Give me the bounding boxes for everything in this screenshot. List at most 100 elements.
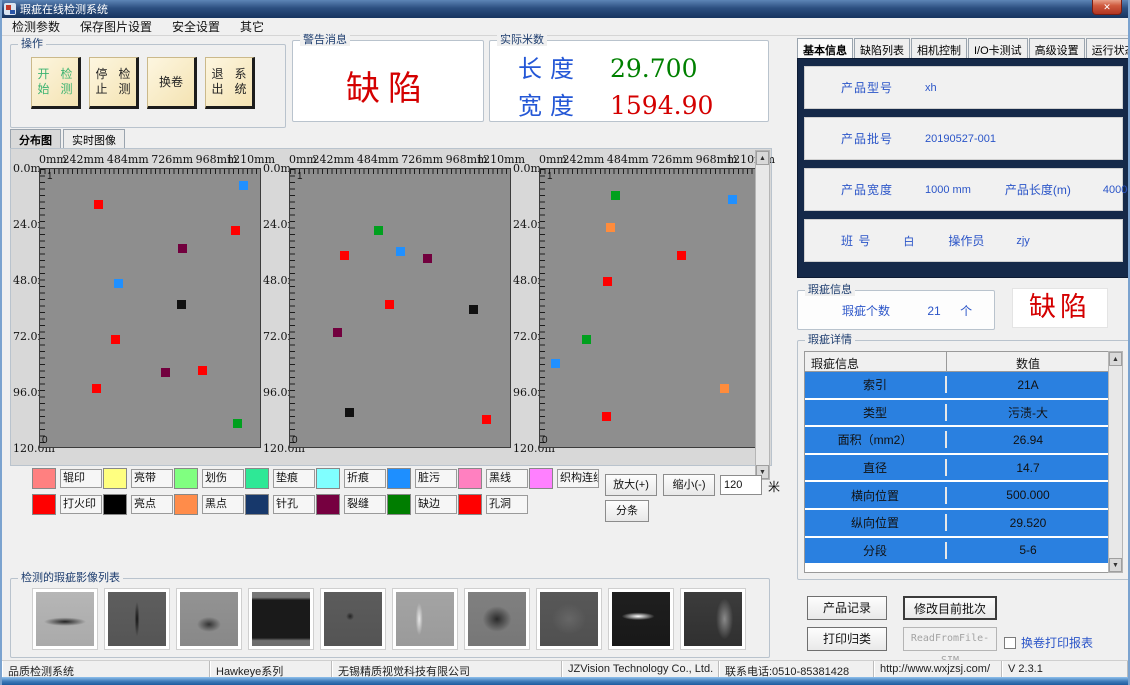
detail-row-7[interactable]: 分段5-6 — [805, 538, 1109, 566]
x-tick-label: 484mm — [607, 153, 649, 166]
defect-count-label: 瑕疵个数 — [842, 304, 890, 318]
legend-item: 辊印 — [32, 468, 103, 489]
detail-row-value: 500.000 — [947, 488, 1109, 502]
menu-item-4[interactable]: 其它 — [230, 18, 274, 35]
defect-point[interactable] — [603, 277, 612, 286]
plot-canvas-3[interactable]: 10 — [539, 168, 761, 448]
scroll-up-icon[interactable]: ▲ — [756, 151, 769, 165]
defect-point[interactable] — [233, 419, 242, 428]
defect-point[interactable] — [396, 247, 405, 256]
product-row-1: 产品型号xh — [804, 66, 1123, 109]
roll-print-checkbox[interactable] — [1004, 637, 1016, 649]
warning-group-title: 警告消息 — [300, 34, 350, 46]
zoom-in-button[interactable]: 放大(+) — [605, 474, 657, 496]
defect-point[interactable] — [177, 300, 186, 309]
defect-point[interactable] — [198, 366, 207, 375]
status-cell-1: 品质检测系统 — [2, 661, 210, 677]
detail-row-6[interactable]: 纵向位置29.520 — [805, 510, 1109, 538]
tab-I/O卡测试[interactable]: I/O卡测试 — [968, 38, 1028, 58]
defect-thumbnail-10[interactable] — [681, 589, 745, 649]
meter-range-input[interactable] — [720, 475, 762, 495]
tab-缺陷列表[interactable]: 缺陷列表 — [854, 38, 910, 58]
defect-point[interactable] — [551, 359, 560, 368]
product-value: 20190527-001 — [925, 133, 996, 145]
table-scroll-up-icon[interactable]: ▲ — [1109, 352, 1122, 366]
detail-row-label: 类型 — [805, 404, 947, 421]
tab-运行状态信息[interactable]: 运行状态信息 — [1086, 38, 1130, 58]
op-button-2[interactable]: 停止检测 — [89, 57, 139, 109]
defect-point[interactable] — [111, 335, 120, 344]
defect-thumbnail-6[interactable] — [393, 589, 457, 649]
defect-point[interactable] — [161, 368, 170, 377]
detail-row-2[interactable]: 类型污渍-大 — [805, 400, 1109, 428]
defect-point[interactable] — [677, 251, 686, 260]
table-scrollbar[interactable]: ▲ ▼ — [1108, 351, 1123, 573]
plot-corner-zero: 0 — [42, 435, 48, 446]
menu-item-2[interactable]: 保存图片设置 — [70, 18, 162, 35]
split-button[interactable]: 分条 — [605, 500, 649, 522]
plot-scrollbar[interactable]: ▲ ▼ — [755, 150, 770, 480]
legend-row-1: 辊印亮带划伤垫痕折痕脏污黑线织构连线 — [32, 468, 600, 489]
defect-point[interactable] — [231, 226, 240, 235]
defect-point[interactable] — [178, 244, 187, 253]
tab-相机控制[interactable]: 相机控制 — [911, 38, 967, 58]
defect-point[interactable] — [469, 305, 478, 314]
defect-point[interactable] — [94, 200, 103, 209]
window-title: 瑕疵在线检测系统 — [20, 1, 108, 17]
defect-thumbnail-4[interactable] — [249, 589, 313, 649]
defect-point[interactable] — [385, 300, 394, 309]
defect-thumbnail-8[interactable] — [537, 589, 601, 649]
modify-batch-button[interactable]: 修改目前批次 — [903, 596, 997, 620]
product-row-2: 产品批号20190527-001 — [804, 117, 1123, 160]
legend-item: 脏污 — [387, 468, 458, 489]
y-tick-label: 24.0m — [263, 218, 289, 231]
detail-row-4[interactable]: 直径14.7 — [805, 455, 1109, 483]
legend-swatch — [387, 468, 411, 489]
defect-thumbnail-7[interactable] — [465, 589, 529, 649]
status-bar: 品质检测系统Hawkeye系列无锡精质视觉科技有限公司JZVision Tech… — [2, 660, 1128, 677]
menu-item-3[interactable]: 安全设置 — [162, 18, 230, 35]
defect-thumbnail-1[interactable] — [33, 589, 97, 649]
defect-point[interactable] — [374, 226, 383, 235]
table-scroll-down-icon[interactable]: ▼ — [1109, 558, 1122, 572]
defect-point[interactable] — [340, 251, 349, 260]
defect-point[interactable] — [728, 195, 737, 204]
detail-row-5[interactable]: 横向位置500.000 — [805, 482, 1109, 510]
close-icon[interactable]: ✕ — [1092, 0, 1122, 15]
detail-row-1[interactable]: 索引21A — [805, 372, 1109, 400]
defect-point[interactable] — [114, 279, 123, 288]
defect-point[interactable] — [423, 254, 432, 263]
tab-高级设置[interactable]: 高级设置 — [1029, 38, 1085, 58]
legend-item: 缺边 — [387, 494, 458, 515]
defect-point[interactable] — [720, 384, 729, 393]
table-header-name: 瑕疵信息 — [805, 352, 947, 371]
defect-point[interactable] — [602, 412, 611, 421]
detail-row-3[interactable]: 面积（mm2）26.94 — [805, 427, 1109, 455]
plot-canvas-2[interactable]: 10 — [289, 168, 511, 448]
op-button-4[interactable]: 退出系统 — [205, 57, 255, 109]
zoom-out-button[interactable]: 缩小(-) — [663, 474, 715, 496]
defect-point[interactable] — [333, 328, 342, 337]
defect-point[interactable] — [582, 335, 591, 344]
title-bar[interactable]: 瑕疵在线检测系统 ✕ — [0, 0, 1130, 18]
product-record-button[interactable]: 产品记录 — [807, 596, 887, 620]
defect-point[interactable] — [345, 408, 354, 417]
detail-row-label: 横向位置 — [805, 487, 947, 504]
defect-point[interactable] — [92, 384, 101, 393]
defect-point[interactable] — [482, 415, 491, 424]
defect-thumbnail-3[interactable] — [177, 589, 241, 649]
defect-detail-group-title: 瑕疵详情 — [805, 334, 855, 346]
defect-thumbnail-9[interactable] — [609, 589, 673, 649]
op-button-1[interactable]: 开始检测 — [31, 57, 81, 109]
defect-thumbnail-5[interactable] — [321, 589, 385, 649]
op-button-3[interactable]: 换卷 — [147, 57, 197, 109]
tab-基本信息[interactable]: 基本信息 — [797, 38, 853, 58]
plot-top-ruler — [290, 169, 510, 174]
plot-canvas-1[interactable]: 10 — [39, 168, 261, 448]
defect-point[interactable] — [611, 191, 620, 200]
menu-item-1[interactable]: 检测参数 — [2, 18, 70, 35]
defect-thumbnail-2[interactable] — [105, 589, 169, 649]
defect-point[interactable] — [239, 181, 248, 190]
print-classify-button[interactable]: 打印归类 — [807, 627, 887, 651]
defect-point[interactable] — [606, 223, 615, 232]
